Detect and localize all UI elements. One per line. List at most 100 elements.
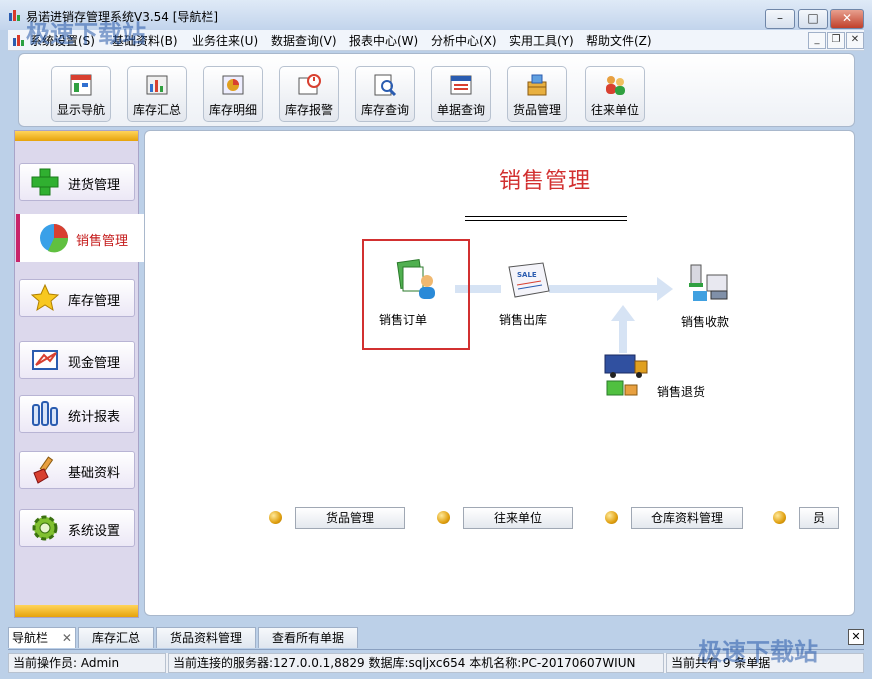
sales-receipt-icon	[689, 264, 728, 301]
nav-item-sales[interactable]: 销售管理	[16, 214, 150, 262]
toolbar-inventory-detail-button[interactable]: 库存明细	[203, 66, 263, 122]
mdi-minimize-button[interactable]: _	[808, 32, 826, 49]
inventory-query-icon	[374, 74, 397, 97]
star-icon	[30, 283, 60, 312]
nav-item-basic-data[interactable]: 基础资料	[19, 451, 135, 489]
tab-inventory-summary[interactable]: 库存汇总	[78, 627, 154, 648]
bullet-icon	[269, 511, 282, 524]
toolbar-label: 货品管理	[512, 103, 561, 117]
tab-all-documents[interactable]: 查看所有单据	[258, 627, 358, 648]
employee-link[interactable]: 员	[799, 507, 839, 529]
toolbar-document-query-button[interactable]: 单据查询	[431, 66, 491, 122]
bar-chart-icon	[32, 401, 58, 426]
inventory-summary-icon	[146, 75, 168, 95]
mdi-restore-button[interactable]: ❐	[827, 32, 845, 49]
sales-return-label: 销售退货	[657, 385, 706, 399]
menu-report-center[interactable]: 报表中心(W)	[349, 32, 418, 49]
cash-icon	[32, 350, 58, 370]
watermark-top: 极速下载站	[26, 20, 146, 48]
sales-order-icon	[396, 259, 435, 299]
nav-item-inventory[interactable]: 库存管理	[19, 279, 135, 317]
goods-management-link[interactable]: 货品管理	[295, 507, 405, 529]
watermark-bottom: 极速下载站	[698, 638, 818, 666]
toolbar-inventory-query-button[interactable]: 库存查询	[355, 66, 415, 122]
menu-analysis-center[interactable]: 分析中心(X)	[431, 32, 497, 49]
warehouse-management-link[interactable]: 仓库资料管理	[631, 507, 743, 529]
tab-navigator[interactable]: 导航栏 ✕	[8, 627, 76, 648]
toolbar-label: 显示导航	[56, 103, 105, 117]
sales-outbound-node[interactable]: SALE 销售出库	[497, 261, 563, 331]
nav-item-label: 现金管理	[68, 356, 121, 371]
nav-item-label: 销售管理	[76, 234, 129, 249]
nav-item-label: 进货管理	[68, 178, 121, 193]
sales-receipt-node[interactable]: 销售收款	[679, 261, 745, 331]
toolbar-inventory-alert-button[interactable]: 库存报警	[279, 66, 339, 122]
main-panel: 销售管理 销售订单 SALE 销售出库 销售收款 销售退货 货品管理 往来单位 …	[144, 130, 855, 616]
flow-arrow-return	[619, 319, 627, 353]
inventory-detail-icon	[222, 75, 244, 95]
svg-text:SALE: SALE	[517, 271, 537, 279]
tab-close-button[interactable]: ✕	[848, 629, 864, 645]
minimize-icon: _	[814, 34, 820, 45]
menu-data-query[interactable]: 数据查询(V)	[271, 32, 337, 49]
sales-order-node[interactable]: 销售订单	[379, 257, 449, 337]
mdi-close-button[interactable]: ✕	[846, 32, 864, 49]
sales-return-node[interactable]: 销售退货	[603, 353, 723, 405]
app-icon	[9, 10, 20, 21]
title-divider	[465, 216, 627, 221]
toolbar-label: 库存明细	[208, 103, 257, 117]
restore-icon: ❐	[831, 34, 841, 45]
nav-item-label: 库存管理	[68, 294, 121, 309]
toolbar-show-navigation-button[interactable]: 显示导航	[51, 66, 111, 122]
nav-item-label: 系统设置	[68, 524, 121, 539]
close-icon: ✕	[851, 630, 861, 643]
brush-icon	[33, 456, 54, 484]
menu-business[interactable]: 业务往来(U)	[192, 32, 258, 49]
status-connection: 当前连接的服务器:127.0.0.1,8829 数据库:sqljxc654 本机…	[168, 653, 664, 673]
partners-link[interactable]: 往来单位	[463, 507, 573, 529]
minimize-icon: –	[777, 11, 783, 25]
flow-arrow-return-head	[611, 305, 635, 321]
sales-order-label: 销售订单	[379, 313, 428, 327]
toolbar: 显示导航 库存汇总 库存明细 库存报警 库存查询 单据查询 货品管理 往来单位	[18, 53, 855, 127]
maximize-icon: □	[807, 11, 819, 25]
toolbar-label: 库存汇总	[132, 103, 181, 117]
navigator-panel: 进货管理 库存管理 现金管理 统计报表 基础资料 系统设置	[14, 130, 139, 618]
document-query-icon	[450, 75, 472, 95]
toolbar-label: 库存查询	[360, 103, 409, 117]
page-title: 销售管理	[498, 169, 591, 194]
menu-help[interactable]: 帮助文件(Z)	[586, 32, 652, 49]
maximize-button[interactable]: □	[798, 9, 828, 29]
close-icon[interactable]: ✕	[62, 631, 72, 645]
nav-item-cash[interactable]: 现金管理	[19, 341, 135, 379]
navigator-top-bar	[15, 131, 138, 141]
bullet-icon	[605, 511, 618, 524]
toolbar-label: 单据查询	[436, 103, 485, 117]
tab-goods-data[interactable]: 货品资料管理	[156, 627, 256, 648]
toolbar-label: 往来单位	[590, 103, 639, 117]
minimize-button[interactable]: –	[765, 9, 795, 29]
close-icon: ✕	[850, 34, 860, 45]
nav-item-statistics[interactable]: 统计报表	[19, 395, 135, 433]
nav-item-label: 统计报表	[68, 410, 121, 425]
mdi-app-icon	[13, 35, 24, 46]
sales-outbound-icon: SALE	[508, 262, 550, 298]
close-button[interactable]: ✕	[830, 9, 864, 29]
bullet-icon	[773, 511, 786, 524]
toolbar-inventory-summary-button[interactable]: 库存汇总	[127, 66, 187, 122]
pie-icon	[40, 224, 69, 253]
navigation-icon	[70, 74, 92, 96]
nav-item-label: 基础资料	[68, 466, 121, 481]
nav-item-purchase[interactable]: 进货管理	[19, 163, 135, 201]
sales-return-icon	[604, 354, 648, 396]
inventory-alert-icon	[298, 74, 321, 95]
toolbar-partners-button[interactable]: 往来单位	[585, 66, 645, 122]
bullet-icon	[437, 511, 450, 524]
goods-icon	[527, 74, 547, 96]
plus-icon	[31, 168, 59, 196]
menu-tools[interactable]: 实用工具(Y)	[509, 32, 574, 49]
toolbar-goods-management-button[interactable]: 货品管理	[507, 66, 567, 122]
sales-outbound-label: 销售出库	[499, 313, 548, 327]
flow-arrow-head	[657, 277, 673, 301]
nav-item-system-settings[interactable]: 系统设置	[19, 509, 135, 547]
